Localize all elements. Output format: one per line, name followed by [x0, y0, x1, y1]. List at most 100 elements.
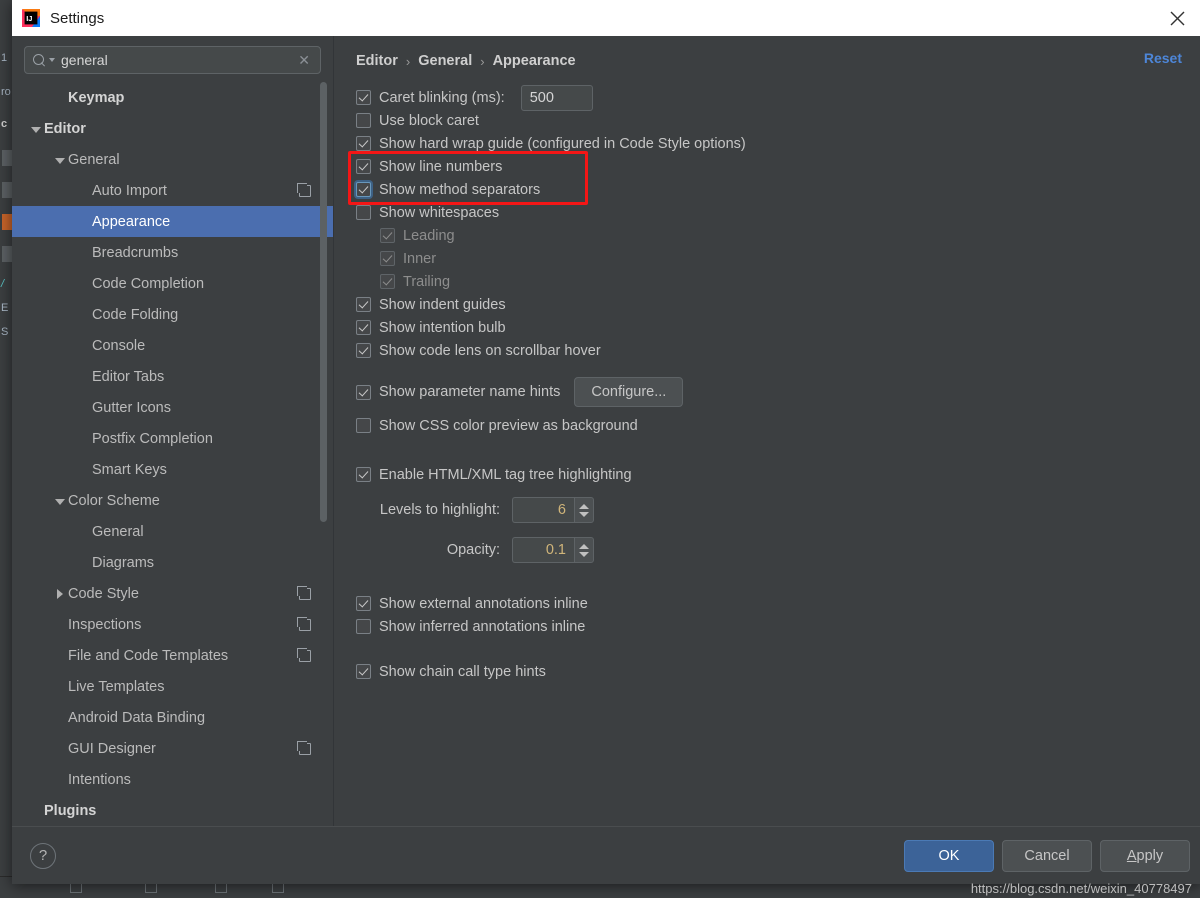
- sidebar-item-editor[interactable]: Editor: [12, 113, 333, 144]
- option-show-hard-wrap-guide-configured-in-code-style-options[interactable]: Show hard wrap guide (configured in Code…: [356, 132, 1200, 155]
- chevron-down-icon[interactable]: [52, 152, 68, 168]
- sidebar-item-label: Code Folding: [92, 306, 179, 323]
- parameter-hints-checkbox[interactable]: [356, 384, 371, 400]
- sidebar-item-keymap[interactable]: Keymap: [12, 82, 333, 113]
- breadcrumb-item-general[interactable]: General: [418, 53, 472, 69]
- sidebar-item-code-folding[interactable]: Code Folding: [12, 299, 333, 330]
- stepper-up-icon[interactable]: [579, 503, 589, 509]
- checkbox[interactable]: [356, 182, 371, 197]
- checkbox[interactable]: [356, 596, 371, 611]
- option-show-indent-guides[interactable]: Show indent guides: [356, 293, 1200, 316]
- checkbox[interactable]: [356, 159, 371, 174]
- checkbox[interactable]: [380, 251, 395, 266]
- copy-settings-icon[interactable]: [297, 740, 311, 755]
- sidebar-item-file-and-code-templates[interactable]: File and Code Templates: [12, 640, 333, 671]
- sidebar-item-diagrams[interactable]: Diagrams: [12, 547, 333, 578]
- ok-button[interactable]: OK: [904, 839, 994, 872]
- sidebar-item-code-style[interactable]: Code Style: [12, 578, 333, 609]
- sidebar-item-label: General: [92, 523, 144, 540]
- sidebar-item-color-scheme[interactable]: Color Scheme: [12, 485, 333, 516]
- option-leading[interactable]: Leading: [380, 224, 1200, 247]
- help-button[interactable]: ?: [30, 842, 56, 869]
- sidebar-item-android-data-binding[interactable]: Android Data Binding: [12, 702, 333, 733]
- opacity-value[interactable]: 0.1: [512, 537, 574, 563]
- option-show-line-numbers[interactable]: Show line numbers: [356, 155, 1200, 178]
- tag-tree-checkbox[interactable]: [356, 467, 371, 482]
- sidebar-item-smart-keys[interactable]: Smart Keys: [12, 454, 333, 485]
- sidebar-item-editor-tabs[interactable]: Editor Tabs: [12, 361, 333, 392]
- copy-settings-icon[interactable]: [297, 182, 311, 197]
- sidebar-item-inspections[interactable]: Inspections: [12, 609, 333, 640]
- option-css-color-preview[interactable]: Show CSS color preview as background: [356, 414, 1200, 437]
- levels-to-highlight-stepper[interactable]: 6: [512, 497, 594, 523]
- copy-settings-icon[interactable]: [297, 647, 311, 662]
- checkbox[interactable]: [356, 205, 371, 220]
- apply-button[interactable]: Apply: [1100, 839, 1190, 872]
- option-show-method-separators[interactable]: Show method separators: [356, 178, 1200, 201]
- stepper-down-icon[interactable]: [579, 511, 589, 517]
- sidebar-item-label: Console: [92, 337, 146, 354]
- option-tag-tree-highlighting[interactable]: Enable HTML/XML tag tree highlighting: [356, 463, 1200, 486]
- chevron-down-icon[interactable]: [52, 493, 68, 509]
- chevron-right-icon[interactable]: [52, 586, 68, 602]
- levels-stepper-buttons[interactable]: [574, 497, 594, 523]
- option-caret-blinking[interactable]: Caret blinking (ms): 500: [356, 84, 1200, 111]
- clear-icon[interactable]: ✕: [296, 53, 312, 67]
- option-show-whitespaces[interactable]: Show whitespaces: [356, 201, 1200, 224]
- checkbox[interactable]: [356, 320, 371, 335]
- css-color-preview-checkbox[interactable]: [356, 418, 371, 433]
- sidebar-item-auto-import[interactable]: Auto Import: [12, 175, 333, 206]
- configure-button[interactable]: Configure...: [574, 377, 684, 407]
- chain-hints-checkbox[interactable]: [356, 664, 371, 679]
- option-chain-call-type-hints[interactable]: Show chain call type hints: [356, 660, 1200, 683]
- chevron-down-icon[interactable]: [28, 121, 44, 137]
- option-inner[interactable]: Inner: [380, 247, 1200, 270]
- copy-settings-icon[interactable]: [297, 616, 311, 631]
- sidebar-item-general[interactable]: General: [12, 144, 333, 175]
- apply-label-rest: pply: [1136, 847, 1164, 864]
- sidebar-scrollbar-thumb[interactable]: [320, 82, 327, 522]
- caret-blinking-checkbox[interactable]: [356, 90, 371, 105]
- option-show-external-annotations-inline[interactable]: Show external annotations inline: [356, 592, 1200, 615]
- option-parameter-name-hints[interactable]: Show parameter name hints Configure...: [356, 376, 1200, 408]
- checkbox[interactable]: [380, 274, 395, 289]
- sidebar-item-breadcrumbs[interactable]: Breadcrumbs: [12, 237, 333, 268]
- checkbox[interactable]: [356, 113, 371, 128]
- settings-tree[interactable]: Keymap Editor General Auto Import Appearance…: [12, 80, 333, 826]
- checkbox[interactable]: [356, 297, 371, 312]
- checkbox[interactable]: [356, 136, 371, 151]
- levels-to-highlight-value[interactable]: 6: [512, 497, 574, 523]
- sidebar-item-appearance[interactable]: Appearance: [12, 206, 333, 237]
- opacity-stepper[interactable]: 0.1: [512, 537, 594, 563]
- caret-blinking-input[interactable]: 500: [520, 84, 593, 111]
- sidebar-item-console[interactable]: Console: [12, 330, 333, 361]
- stepper-down-icon[interactable]: [579, 551, 589, 557]
- search-input[interactable]: general ✕: [24, 46, 321, 74]
- checkbox[interactable]: [356, 619, 371, 634]
- sidebar-item-gui-designer[interactable]: GUI Designer: [12, 733, 333, 764]
- option-show-code-lens-on-scrollbar-hover[interactable]: Show code lens on scrollbar hover: [356, 339, 1200, 362]
- sidebar-item-gutter-icons[interactable]: Gutter Icons: [12, 392, 333, 423]
- reset-link[interactable]: Reset: [1144, 50, 1182, 66]
- sidebar-item-intentions[interactable]: Intentions: [12, 764, 333, 795]
- checkbox[interactable]: [380, 228, 395, 243]
- close-icon[interactable]: [1154, 0, 1200, 36]
- sidebar-item-code-completion[interactable]: Code Completion: [12, 268, 333, 299]
- stepper-up-icon[interactable]: [579, 543, 589, 549]
- sidebar-item-postfix-completion[interactable]: Postfix Completion: [12, 423, 333, 454]
- opacity-stepper-buttons[interactable]: [574, 537, 594, 563]
- option-trailing[interactable]: Trailing: [380, 270, 1200, 293]
- option-show-intention-bulb[interactable]: Show intention bulb: [356, 316, 1200, 339]
- cancel-button[interactable]: Cancel: [1002, 839, 1092, 872]
- sidebar-item-label: Code Completion: [92, 275, 205, 292]
- copy-settings-icon[interactable]: [297, 585, 311, 600]
- breadcrumb-item-editor[interactable]: Editor: [356, 53, 398, 69]
- option-use-block-caret[interactable]: Use block caret: [356, 109, 1200, 132]
- sidebar-item-plugins[interactable]: Plugins: [12, 795, 333, 826]
- sidebar-item-general[interactable]: General: [12, 516, 333, 547]
- option-show-inferred-annotations-inline[interactable]: Show inferred annotations inline: [356, 615, 1200, 638]
- option-label: Show intention bulb: [379, 319, 506, 336]
- sidebar-item-live-templates[interactable]: Live Templates: [12, 671, 333, 702]
- checkbox[interactable]: [356, 343, 371, 358]
